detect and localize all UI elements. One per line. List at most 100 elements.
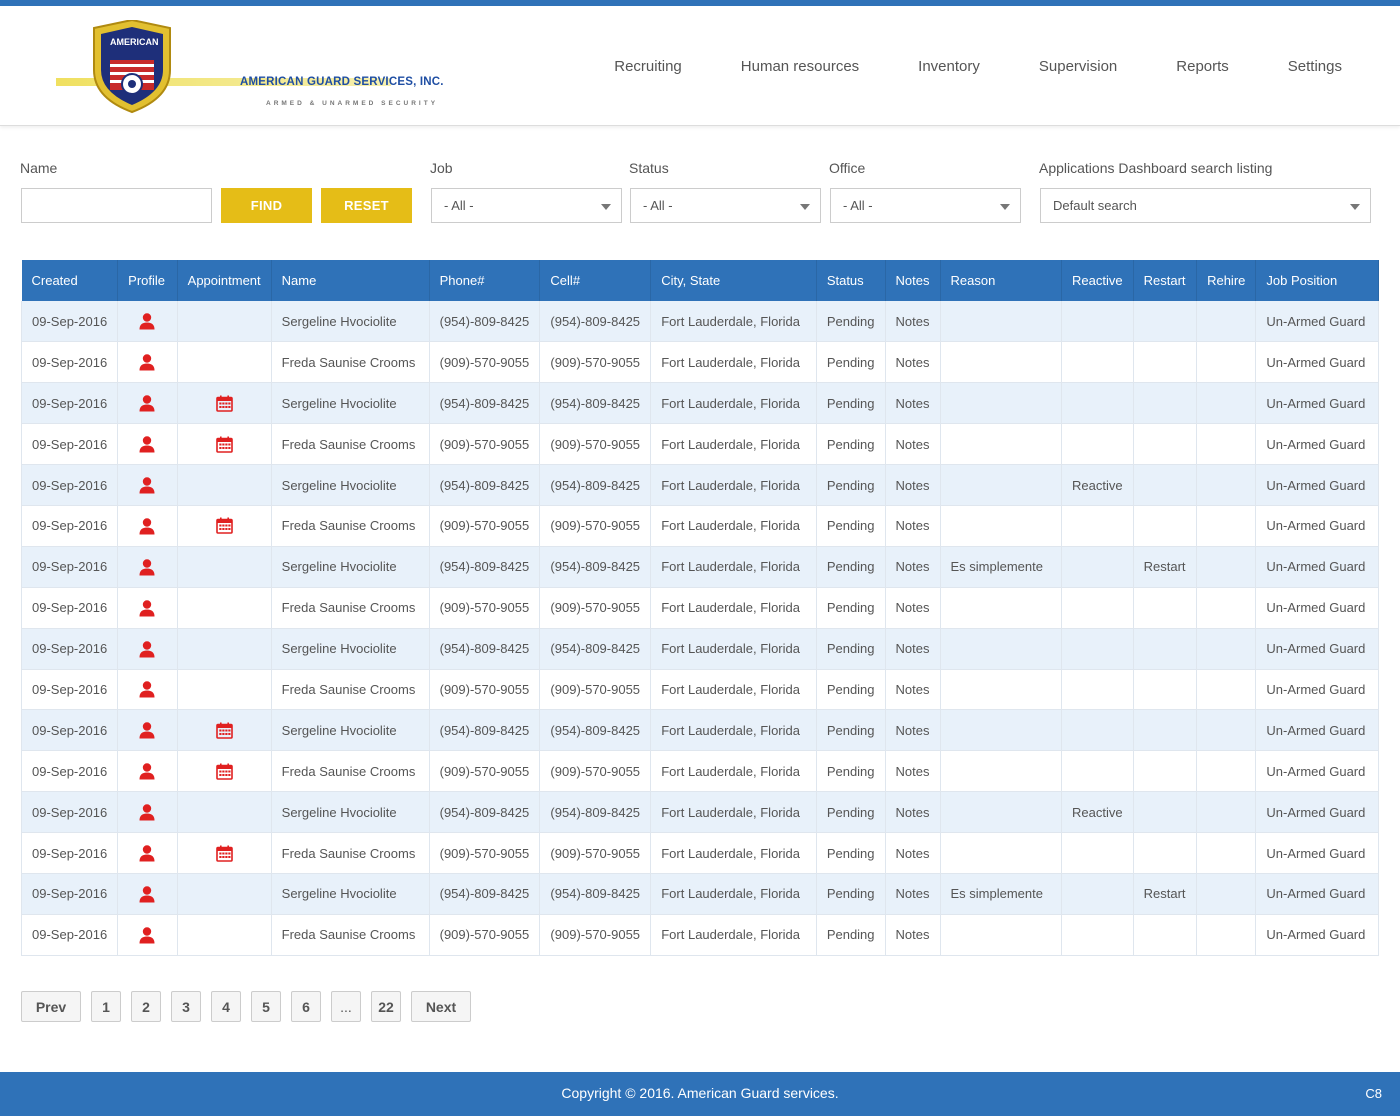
page-4-button[interactable]: 4 xyxy=(211,991,241,1022)
cell-reactive[interactable] xyxy=(1061,301,1134,343)
status-select[interactable]: - All - xyxy=(630,188,821,223)
col-appointment[interactable]: Appointment xyxy=(177,260,272,301)
table-row[interactable]: 09-Sep-2016 Freda Saunise Crooms (909)-570… xyxy=(20,750,1379,793)
cell-restart[interactable] xyxy=(1133,464,1198,506)
cell-rehire[interactable] xyxy=(1196,423,1257,466)
table-row[interactable]: 09-Sep-2016 Sergeline Hvociolite (954)-809… xyxy=(20,628,1379,670)
table-row[interactable]: 09-Sep-2016 Sergeline Hvociolite (954)-809… xyxy=(20,382,1379,425)
page-2-button[interactable]: 2 xyxy=(131,991,161,1022)
cell-rehire[interactable] xyxy=(1196,382,1257,425)
cell-reactive[interactable] xyxy=(1061,832,1134,874)
user-icon[interactable] xyxy=(138,762,156,780)
user-icon[interactable] xyxy=(138,885,156,903)
user-icon[interactable] xyxy=(138,476,156,494)
cell-name[interactable]: Freda Saunise Crooms xyxy=(271,423,430,466)
cell-notes[interactable]: Notes xyxy=(885,423,941,466)
nav-settings[interactable]: Settings xyxy=(1288,58,1342,75)
cell-rehire[interactable] xyxy=(1196,546,1257,588)
cell-notes[interactable]: Notes xyxy=(885,873,941,915)
cell-reactive[interactable] xyxy=(1061,709,1134,752)
cell-name[interactable]: Freda Saunise Crooms xyxy=(271,341,430,384)
page-22-button[interactable]: 22 xyxy=(371,991,401,1022)
cell-restart[interactable] xyxy=(1133,423,1198,466)
col-city-state[interactable]: City, State xyxy=(650,260,817,301)
cell-notes[interactable]: Notes xyxy=(885,914,941,956)
cell-name[interactable]: Sergeline Hvociolite xyxy=(271,301,430,343)
nav-supervision[interactable]: Supervision xyxy=(1039,58,1117,75)
cell-reactive[interactable] xyxy=(1061,669,1134,711)
cell-reactive[interactable] xyxy=(1061,587,1134,629)
user-icon[interactable] xyxy=(138,721,156,739)
col-reactive[interactable]: Reactive xyxy=(1061,260,1134,301)
col-rehire[interactable]: Rehire xyxy=(1196,260,1257,301)
cell-name[interactable]: Freda Saunise Crooms xyxy=(271,587,430,629)
table-row[interactable]: 09-Sep-2016 Sergeline Hvociolite (954)-809… xyxy=(20,791,1379,834)
cell-reactive[interactable] xyxy=(1061,750,1134,793)
cell-notes[interactable]: Notes xyxy=(885,669,941,711)
find-button[interactable]: FIND xyxy=(221,188,312,223)
saved-search-select[interactable]: Default search xyxy=(1040,188,1371,223)
table-row[interactable]: 09-Sep-2016 Freda Saunise Crooms (909)-570… xyxy=(20,914,1379,956)
table-row[interactable]: 09-Sep-2016 Sergeline Hvociolite (954)-809… xyxy=(20,709,1379,752)
calendar-icon[interactable] xyxy=(215,722,233,739)
calendar-icon[interactable] xyxy=(215,395,233,412)
cell-notes[interactable]: Notes xyxy=(885,750,941,793)
table-row[interactable]: 09-Sep-2016 Sergeline Hvociolite (954)-809… xyxy=(20,546,1379,588)
table-row[interactable]: 09-Sep-2016 Sergeline Hvociolite (954)-809… xyxy=(20,464,1379,506)
cell-reactive[interactable] xyxy=(1061,628,1134,670)
col-status[interactable]: Status xyxy=(816,260,886,301)
cell-name[interactable]: Sergeline Hvociolite xyxy=(271,791,430,834)
table-row[interactable]: 09-Sep-2016 Freda Saunise Crooms (909)-570… xyxy=(20,587,1379,629)
cell-restart[interactable] xyxy=(1133,914,1198,956)
cell-reactive[interactable] xyxy=(1061,505,1134,547)
cell-reactive[interactable] xyxy=(1061,873,1134,915)
cell-rehire[interactable] xyxy=(1196,709,1257,752)
table-row[interactable]: 09-Sep-2016 Sergeline Hvociolite (954)-809… xyxy=(20,873,1379,915)
col-name[interactable]: Name xyxy=(271,260,430,301)
cell-rehire[interactable] xyxy=(1196,301,1257,343)
next-button[interactable]: Next xyxy=(411,991,471,1022)
col-profile[interactable]: Profile xyxy=(117,260,178,301)
cell-rehire[interactable] xyxy=(1196,587,1257,629)
cell-rehire[interactable] xyxy=(1196,832,1257,874)
cell-name[interactable]: Sergeline Hvociolite xyxy=(271,546,430,588)
page-1-button[interactable]: 1 xyxy=(91,991,121,1022)
cell-notes[interactable]: Notes xyxy=(885,546,941,588)
cell-restart[interactable] xyxy=(1133,301,1198,343)
cell-rehire[interactable] xyxy=(1196,505,1257,547)
cell-restart[interactable] xyxy=(1133,341,1198,384)
cell-restart[interactable] xyxy=(1133,382,1198,425)
cell-notes[interactable]: Notes xyxy=(885,341,941,384)
calendar-icon[interactable] xyxy=(215,763,233,780)
office-select[interactable]: - All - xyxy=(830,188,1021,223)
user-icon[interactable] xyxy=(138,640,156,658)
cell-name[interactable]: Sergeline Hvociolite xyxy=(271,628,430,670)
user-icon[interactable] xyxy=(138,353,156,371)
cell-notes[interactable]: Notes xyxy=(885,628,941,670)
nav-inventory[interactable]: Inventory xyxy=(918,58,980,75)
cell-restart[interactable] xyxy=(1133,587,1198,629)
reset-button[interactable]: RESET xyxy=(321,188,412,223)
calendar-icon[interactable] xyxy=(215,517,233,535)
cell-restart[interactable] xyxy=(1133,709,1198,752)
user-icon[interactable] xyxy=(138,394,156,412)
cell-rehire[interactable] xyxy=(1196,750,1257,793)
user-icon[interactable] xyxy=(138,926,156,944)
col-created[interactable]: Created xyxy=(21,260,119,301)
col-cell[interactable]: Cell# xyxy=(539,260,652,301)
col-job-position[interactable]: Job Position xyxy=(1255,260,1379,301)
cell-notes[interactable]: Notes xyxy=(885,709,941,752)
cell-notes[interactable]: Notes xyxy=(885,505,941,547)
page-6-button[interactable]: 6 xyxy=(291,991,321,1022)
cell-rehire[interactable] xyxy=(1196,914,1257,956)
cell-name[interactable]: Freda Saunise Crooms xyxy=(271,914,430,956)
table-row[interactable]: 09-Sep-2016 Freda Saunise Crooms (909)-570… xyxy=(20,832,1379,874)
cell-name[interactable]: Sergeline Hvociolite xyxy=(271,464,430,506)
user-icon[interactable] xyxy=(138,844,156,862)
user-icon[interactable] xyxy=(138,558,156,576)
cell-reactive[interactable] xyxy=(1061,341,1134,384)
cell-notes[interactable]: Notes xyxy=(885,832,941,874)
cell-name[interactable]: Freda Saunise Crooms xyxy=(271,669,430,711)
user-icon[interactable] xyxy=(138,803,156,821)
cell-name[interactable]: Freda Saunise Crooms xyxy=(271,750,430,793)
